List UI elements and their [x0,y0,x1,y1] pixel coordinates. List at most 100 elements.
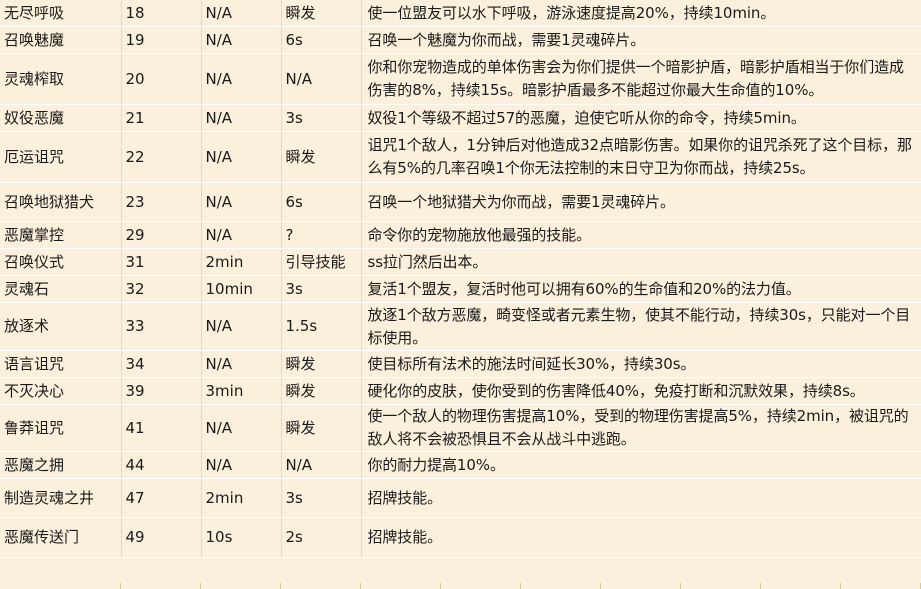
table-row: 灵魂榨取 20 N/A N/A 你和你宠物造成的单体伤害会为你们提供一个暗影护盾，暗影护… [0,53,921,105]
table-row: 放逐术 33 N/A 1.5s 放逐1个敌方恶魔，畸变怪或者元素生物，使其不能行动，持续… [0,302,921,351]
cast-time-cell[interactable]: 瞬发 [281,404,362,452]
spell-name-cell[interactable]: 厄运诅咒 [0,131,122,183]
table-row: 恶魔之拥 44 N/A N/A 你的耐力提高10%。 [0,451,921,479]
cast-time-cell[interactable]: ? [281,221,362,249]
cast-time-cell[interactable]: 3s [281,104,362,132]
spell-table: 无尽呼吸 18 N/A 瞬发 使一位盟友可以水下呼吸，游泳速度提高20%，持续10min… [0,0,921,558]
description-cell[interactable]: 使一个敌人的物理伤害提高10%，受到的物理伤害提高5%，持续2min，被诅咒的敌… [361,404,921,452]
cast-time-cell[interactable]: 瞬发 [281,350,362,378]
spell-name-cell[interactable]: 灵魂石 [0,275,122,303]
table-row: 恶魔传送门 49 10s 2s 招牌技能。 [0,517,921,558]
level-cell[interactable]: 29 [121,221,202,249]
cast-time-cell[interactable]: 6s [281,182,362,222]
cast-time-cell[interactable]: 引导技能 [281,248,362,276]
cooldown-cell[interactable]: 2min [201,248,282,276]
level-cell[interactable]: 47 [121,478,202,518]
table-row: 灵魂石 32 10min 3s 复活1个盟友，复活时他可以拥有60%的生命值和20%的法… [0,275,921,303]
description-cell[interactable]: 你和你宠物造成的单体伤害会为你们提供一个暗影护盾，暗影护盾相当于你们造成伤害的8… [361,53,921,105]
spell-name-cell[interactable]: 无尽呼吸 [0,0,122,27]
level-cell[interactable]: 33 [121,302,202,351]
cast-time-cell[interactable]: N/A [281,53,362,105]
description-cell[interactable]: 复活1个盟友，复活时他可以拥有60%的生命值和20%的法力值。 [361,275,921,303]
description-cell[interactable]: 使目标所有法术的施法时间延长30%，持续30s。 [361,350,921,378]
level-cell[interactable]: 19 [121,26,202,54]
table-row: 恶魔掌控 29 N/A? 命令你的宠物施放他最强的技能。 [0,221,921,249]
level-cell[interactable]: 31 [121,248,202,276]
spell-name-cell[interactable]: 恶魔传送门 [0,517,122,558]
cooldown-cell[interactable]: 10s [201,517,282,558]
cast-time-cell[interactable]: 瞬发 [281,0,362,27]
table-row: 厄运诅咒 22 N/A 瞬发 诅咒1个敌人，1分钟后对他造成32点暗影伤害。如果你的诅咒… [0,131,921,183]
cast-time-cell[interactable]: 1.5s [281,302,362,351]
table-row: 召唤地狱猎犬 23 N/A 6s 召唤一个地狱猎犬为你而战，需要1灵魂碎片。 [0,182,921,222]
cooldown-cell[interactable]: N/A [201,451,282,479]
level-cell[interactable]: 20 [121,53,202,105]
table-row: 召唤魅魔 19 N/A 6s 召唤一个魅魔为你而战，需要1灵魂碎片。 [0,26,921,54]
cooldown-cell[interactable]: N/A [201,53,282,105]
cooldown-cell[interactable]: 2min [201,478,282,518]
spell-name-cell[interactable]: 制造灵魂之井 [0,478,122,518]
cast-time-cell[interactable]: 3s [281,478,362,518]
description-cell[interactable]: 诅咒1个敌人，1分钟后对他造成32点暗影伤害。如果你的诅咒杀死了这个目标，那么有… [361,131,921,183]
cooldown-cell[interactable]: N/A [201,350,282,378]
spell-name-cell[interactable]: 灵魂榨取 [0,53,122,105]
table-row: 召唤仪式 31 2min 引导技能 ss拉门然后出本。 [0,248,921,276]
description-cell[interactable]: 奴役1个等级不超过57的恶魔，迫使它听从你的命令，持续5min。 [361,104,921,132]
cast-time-cell[interactable]: 6s [281,26,362,54]
cooldown-cell[interactable]: N/A [201,221,282,249]
cast-time-cell[interactable]: 瞬发 [281,131,362,183]
spell-name-cell[interactable]: 语言诅咒 [0,350,122,378]
cooldown-cell[interactable]: N/A [201,404,282,452]
level-cell[interactable]: 21 [121,104,202,132]
description-cell[interactable]: 召唤一个魅魔为你而战，需要1灵魂碎片。 [361,26,921,54]
spell-name-cell[interactable]: 鲁莽诅咒 [0,404,122,452]
cooldown-cell[interactable]: N/A [201,302,282,351]
table-row: 奴役恶魔 21 N/A 3s 奴役1个等级不超过57的恶魔，迫使它听从你的命令，持续5m… [0,104,921,132]
description-cell[interactable]: ss拉门然后出本。 [361,248,921,276]
table-row: 鲁莽诅咒 41 N/A 瞬发 使一个敌人的物理伤害提高10%，受到的物理伤害提高5%，持… [0,404,921,452]
cooldown-cell[interactable]: N/A [201,0,282,27]
spell-name-cell[interactable]: 恶魔之拥 [0,451,122,479]
spell-name-cell[interactable]: 奴役恶魔 [0,104,122,132]
cast-time-cell[interactable]: N/A [281,451,362,479]
level-cell[interactable]: 49 [121,517,202,558]
spell-name-cell[interactable]: 召唤魅魔 [0,26,122,54]
level-cell[interactable]: 44 [121,451,202,479]
spell-name-cell[interactable]: 召唤仪式 [0,248,122,276]
spell-name-cell[interactable]: 放逐术 [0,302,122,351]
description-cell[interactable]: 硬化你的皮肤，使你受到的伤害降低40%，免疫打断和沉默效果，持续8s。 [361,377,921,405]
table-row: 语言诅咒 34 N/A 瞬发 使目标所有法术的施法时间延长30%，持续30s。 [0,350,921,378]
table-row: 不灭决心 39 3min 瞬发 硬化你的皮肤，使你受到的伤害降低40%，免疫打断和沉默效… [0,377,921,405]
table-row: 无尽呼吸 18 N/A 瞬发 使一位盟友可以水下呼吸，游泳速度提高20%，持续10min… [0,0,921,27]
description-cell[interactable]: 召唤一个地狱猎犬为你而战，需要1灵魂碎片。 [361,182,921,222]
description-cell[interactable]: 使一位盟友可以水下呼吸，游泳速度提高20%，持续10min。 [361,0,921,27]
next-row-gridlines [0,583,921,589]
level-cell[interactable]: 32 [121,275,202,303]
level-cell[interactable]: 39 [121,377,202,405]
description-cell[interactable]: 招牌技能。 [361,478,921,518]
spell-name-cell[interactable]: 恶魔掌控 [0,221,122,249]
description-cell[interactable]: 你的耐力提高10%。 [361,451,921,479]
cooldown-cell[interactable]: N/A [201,182,282,222]
level-cell[interactable]: 41 [121,404,202,452]
spell-table-sheet: 无尽呼吸 18 N/A 瞬发 使一位盟友可以水下呼吸，游泳速度提高20%，持续10min… [0,0,921,589]
cooldown-cell[interactable]: 10min [201,275,282,303]
spell-table-body: 无尽呼吸 18 N/A 瞬发 使一位盟友可以水下呼吸，游泳速度提高20%，持续10min… [0,0,921,558]
table-row: 制造灵魂之井 47 2min 3s 招牌技能。 [0,478,921,518]
level-cell[interactable]: 22 [121,131,202,183]
description-cell[interactable]: 放逐1个敌方恶魔，畸变怪或者元素生物，使其不能行动，持续30s，只能对一个目标使… [361,302,921,351]
level-cell[interactable]: 34 [121,350,202,378]
spell-name-cell[interactable]: 召唤地狱猎犬 [0,182,122,222]
cooldown-cell[interactable]: N/A [201,26,282,54]
cooldown-cell[interactable]: N/A [201,104,282,132]
spell-name-cell[interactable]: 不灭决心 [0,377,122,405]
level-cell[interactable]: 18 [121,0,202,27]
description-cell[interactable]: 命令你的宠物施放他最强的技能。 [361,221,921,249]
cast-time-cell[interactable]: 瞬发 [281,377,362,405]
level-cell[interactable]: 23 [121,182,202,222]
cast-time-cell[interactable]: 2s [281,517,362,558]
cast-time-cell[interactable]: 3s [281,275,362,303]
cooldown-cell[interactable]: N/A [201,131,282,183]
cooldown-cell[interactable]: 3min [201,377,282,405]
description-cell[interactable]: 招牌技能。 [361,517,921,558]
